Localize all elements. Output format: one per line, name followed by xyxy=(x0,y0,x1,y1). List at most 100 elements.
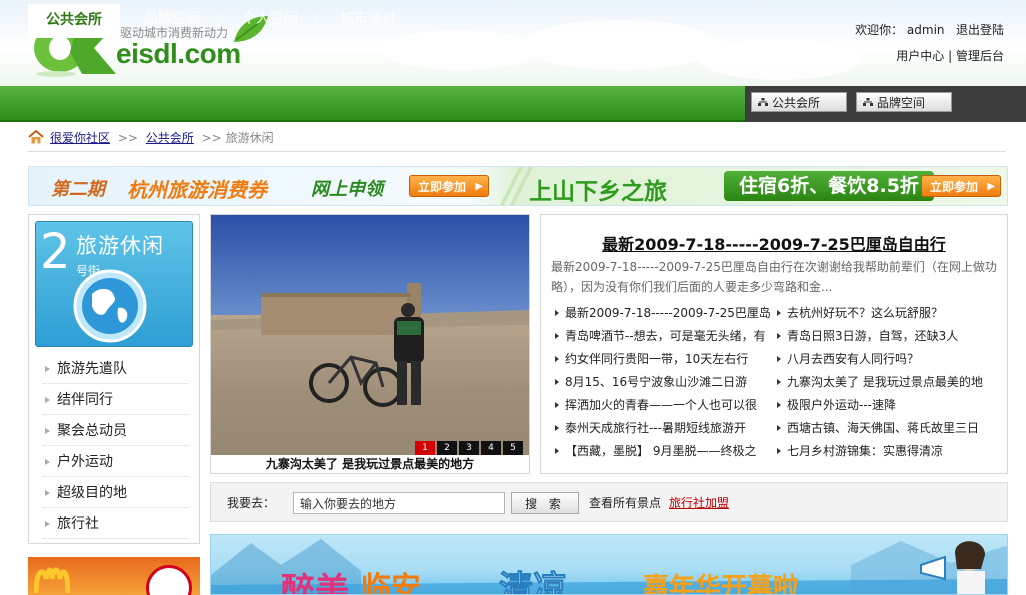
mcdonalds-logo-icon xyxy=(34,567,70,593)
news-item[interactable]: 八月去西安有人同行吗？ xyxy=(777,348,1001,370)
banner-text-2: 临安 xyxy=(361,571,421,595)
search-button[interactable]: 搜 索 xyxy=(511,492,579,514)
photo-caption[interactable]: 九寨沟太美了 是我玩过景点最美的地方 xyxy=(211,455,529,473)
breadcrumb-sep: >> xyxy=(117,131,138,145)
woman-with-megaphone-icon xyxy=(920,541,985,594)
slide-indicator-2[interactable]: 2 xyxy=(437,441,457,455)
sidebar-item-companions[interactable]: 结伴同行 xyxy=(43,385,189,415)
logout-link[interactable]: 退出登陆 xyxy=(956,23,1004,37)
home-icon[interactable] xyxy=(28,130,44,144)
breadcrumb-section-link[interactable]: 公共会所 xyxy=(146,131,194,145)
sidebar-item-label: 旅行社 xyxy=(57,516,99,532)
agency-join-link[interactable]: 旅行社加盟 xyxy=(669,494,729,511)
sidebar-item-travel-agency[interactable]: 旅行社 xyxy=(43,509,189,539)
news-item[interactable]: 七月乡村游锦集：实惠得清凉 xyxy=(777,440,1001,462)
nav-divider xyxy=(217,14,218,28)
news-item[interactable]: 青岛啤酒节--想去，可是毫无头绪，有 xyxy=(555,325,777,347)
category-title: 旅游休闲 xyxy=(76,234,164,258)
banner-text-3: 清凉 xyxy=(499,569,568,595)
admin-panel-link[interactable]: 管理后台 xyxy=(956,49,1004,63)
news-item-label: 西塘古镇、海天佛国、蒋氏故里三日 xyxy=(787,421,980,435)
news-item[interactable]: 8月15、16号宁波象山沙滩二日游 xyxy=(555,371,777,393)
logo-text: eisdl.com xyxy=(116,38,241,69)
news-panel: 最新2009-7-18-----2009-7-25巴厘岛自由行 最新2009-7… xyxy=(540,214,1008,474)
news-item[interactable]: 青岛日照3日游，自驾，还缺3人 xyxy=(777,325,1001,347)
banner-subtitle: 网上申领 xyxy=(311,179,383,200)
banner-text-4: 嘉年华开幕啦 xyxy=(643,573,800,595)
news-item-label: 九寨沟太美了 是我玩过景点最美的地 xyxy=(787,375,983,389)
nav-tag-label: 品牌空间 xyxy=(877,96,926,110)
nav-tag-brand-space[interactable]: 品牌空间 xyxy=(856,92,952,112)
sidebar-item-label: 户外运动 xyxy=(57,454,113,470)
news-item[interactable]: 【西藏，墨脱】 9月墨脱——终极之 xyxy=(555,440,777,462)
news-item-label: 8月15、16号宁波象山沙滩二日游 xyxy=(565,375,748,389)
news-item[interactable]: 极限户外运动---速降 xyxy=(777,394,1001,416)
news-item-label: 最新2009-7-18-----2009-7-25巴厘岛 xyxy=(565,306,771,320)
slide-indicator-1[interactable]: 1 xyxy=(415,441,435,455)
news-description: 最新2009-7-18-----2009-7-25巴厘岛自由行在次谢谢给我帮助前… xyxy=(551,260,997,294)
sidebar-item-outdoor[interactable]: 户外运动 xyxy=(43,447,189,477)
sitemap-icon xyxy=(863,98,873,106)
nav-tab-label: 城市派对 xyxy=(340,11,396,27)
news-item[interactable]: 去杭州好玩不？这么玩舒服？ xyxy=(777,302,1001,324)
breadcrumb-home-link[interactable]: 很爱你社区 xyxy=(50,131,110,145)
breadcrumb-sep: >> xyxy=(201,131,222,145)
news-item-label: 青岛啤酒节--想去，可是毫无头绪，有 xyxy=(565,329,766,343)
destination-search-input[interactable] xyxy=(293,492,505,514)
news-item[interactable]: 约女伴同行贵阳一带，10天左右行 xyxy=(555,348,777,370)
sitemap-icon xyxy=(758,98,768,106)
banner-join-button[interactable]: 立即参加 xyxy=(409,175,490,198)
welcome-label: 欢迎你： xyxy=(855,23,904,37)
news-item-label: 青岛日照3日游，自驾，还缺3人 xyxy=(787,329,959,343)
news-item[interactable]: 西塘古镇、海天佛国、蒋氏故里三日 xyxy=(777,417,1001,439)
news-headline[interactable]: 最新2009-7-18-----2009-7-25巴厘岛自由行 xyxy=(541,231,1007,255)
banner-text-1: 醉美 xyxy=(281,571,349,595)
news-item-label: 去杭州好玩不？这么玩舒服？ xyxy=(787,306,944,320)
news-item-label: 七月乡村游锦集：实惠得清凉 xyxy=(787,444,944,458)
sidebar-item-destinations[interactable]: 超级目的地 xyxy=(43,478,189,508)
nav-tab-personal-space[interactable]: 个人空间 xyxy=(240,3,300,36)
sidebar-item-label: 旅游先遣队 xyxy=(57,361,127,377)
nav-tag-public-club[interactable]: 公共会所 xyxy=(751,92,847,112)
slide-indicator-4[interactable]: 4 xyxy=(481,441,501,455)
divider xyxy=(28,151,1006,152)
slide-indicator-5[interactable]: 5 xyxy=(503,441,523,455)
photo-slideshow: 1 2 3 4 5 九寨沟太美了 是我玩过景点最美的地方 xyxy=(210,214,530,474)
destination-search: 我要去： 搜 索 查看所有景点 旅行社加盟 xyxy=(210,482,1008,522)
nav-tab-public-club[interactable]: 公共会所 xyxy=(28,4,120,38)
category-header: 2 旅游休闲 号街 xyxy=(35,221,193,347)
banner-join-button-2[interactable]: 立即参加 xyxy=(921,175,1002,198)
sidebar-item-gatherings[interactable]: 聚会总动员 xyxy=(43,416,189,446)
news-item[interactable]: 泰州天成旅行社---暑期短线旅游开 xyxy=(555,417,777,439)
lin-an-banner[interactable]: 醉美 临安 清凉 嘉年华开幕啦 xyxy=(210,534,1008,595)
view-all-spots-link[interactable]: 查看所有景点 xyxy=(589,494,661,511)
news-item[interactable]: 最新2009-7-18-----2009-7-25巴厘岛 xyxy=(555,302,777,324)
banner-promo: 住宿6折、餐饮8.5折 xyxy=(724,171,934,201)
slide-indicator-3[interactable]: 3 xyxy=(459,441,479,455)
promo-banner[interactable]: 第二期 杭州旅游消费券 网上申领 立即参加 上山下乡之旅 住宿6折、餐饮8.5折… xyxy=(28,166,1008,206)
breadcrumb-current: 旅游休闲 xyxy=(225,131,274,145)
globe-icon xyxy=(73,269,147,343)
banner-title: 杭州旅游消费券 xyxy=(127,178,267,202)
news-item[interactable]: 挥洒加火的青春——一个人也可以很 xyxy=(555,394,777,416)
category-number: 2 xyxy=(40,224,71,280)
nav-tab-label: 品牌空间 xyxy=(144,11,200,27)
news-item-label: 八月去西安有人同行吗？ xyxy=(787,352,920,366)
cloud-decoration xyxy=(520,20,720,70)
sidebar-item-label: 结伴同行 xyxy=(57,392,113,408)
nav-tag-label: 公共会所 xyxy=(772,96,821,110)
sidebar-item-advance-team[interactable]: 旅游先遣队 xyxy=(43,354,189,384)
slideshow-image[interactable] xyxy=(211,215,529,455)
username-link[interactable]: admin xyxy=(907,23,945,37)
user-panel: 欢迎你： admin 退出登陆 用户中心 | 管理后台 xyxy=(855,17,1004,69)
mcdonalds-ad[interactable] xyxy=(28,557,200,595)
banner-issue: 第二期 xyxy=(51,179,105,200)
breadcrumb: 很爱你社区 >> 公共会所 >> 旅游休闲 xyxy=(28,127,274,149)
sidebar-item-label: 聚会总动员 xyxy=(57,423,127,439)
nav-tab-city-party[interactable]: 城市派对 xyxy=(338,3,398,36)
ad-badge xyxy=(146,565,192,595)
user-center-link[interactable]: 用户中心 xyxy=(896,49,944,63)
nav-tab-brand-space[interactable]: 品牌空间 xyxy=(142,3,202,36)
news-item[interactable]: 九寨沟太美了 是我玩过景点最美的地 xyxy=(777,371,1001,393)
news-item-label: 约女伴同行贵阳一带，10天左右行 xyxy=(565,352,749,366)
